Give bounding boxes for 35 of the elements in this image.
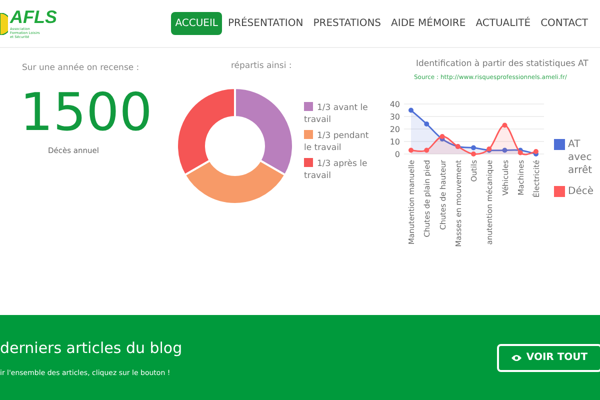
nav-link[interactable]: ACCUEIL bbox=[171, 12, 222, 35]
point bbox=[534, 148, 538, 154]
point bbox=[408, 148, 414, 152]
point bbox=[440, 134, 445, 139]
axis-tick-label: 30 bbox=[390, 112, 400, 122]
point bbox=[424, 121, 430, 126]
point bbox=[502, 148, 508, 152]
axis-tick-label: 40 bbox=[390, 100, 400, 109]
death-count: 1500 bbox=[20, 84, 152, 141]
legend-item: 1/3 après le travail bbox=[304, 158, 368, 182]
axis-tick-label: 10 bbox=[390, 137, 400, 146]
point bbox=[471, 151, 476, 156]
blog-title: derniers articles du blog bbox=[0, 338, 182, 359]
nav-link[interactable]: AIDE MÉMOIRE bbox=[387, 12, 470, 35]
legend-label: Décè bbox=[568, 184, 595, 198]
nav-link[interactable]: ACTUALITÉ bbox=[472, 12, 535, 35]
nav-link[interactable]: PRESTATIONS bbox=[309, 12, 386, 35]
axis-tick-label: 0 bbox=[394, 150, 400, 159]
chart-title: Identification à partir des statistiques AT bbox=[416, 58, 588, 71]
logo-text: AFLS bbox=[10, 6, 57, 26]
point bbox=[408, 108, 414, 112]
axis-tick-label: 20 bbox=[390, 124, 400, 134]
eye-icon bbox=[511, 354, 522, 362]
legend-label: AT avec arrêt bbox=[568, 138, 594, 177]
point bbox=[518, 150, 523, 155]
legend-item: 1/3 avant le travail bbox=[304, 102, 369, 126]
nav-link[interactable]: PRÉSENTATION bbox=[224, 12, 308, 35]
intro-text: Sur une année on recense : bbox=[22, 62, 140, 75]
point bbox=[424, 148, 430, 152]
point bbox=[471, 145, 476, 150]
legend-item: 1/3 pendant le travail bbox=[304, 130, 370, 154]
view-all-button[interactable]: VOIR TOUT bbox=[497, 344, 600, 372]
nav-link[interactable]: CONTACT bbox=[536, 12, 592, 35]
chart-title: répartis ainsi : bbox=[231, 60, 292, 73]
point bbox=[502, 122, 508, 128]
